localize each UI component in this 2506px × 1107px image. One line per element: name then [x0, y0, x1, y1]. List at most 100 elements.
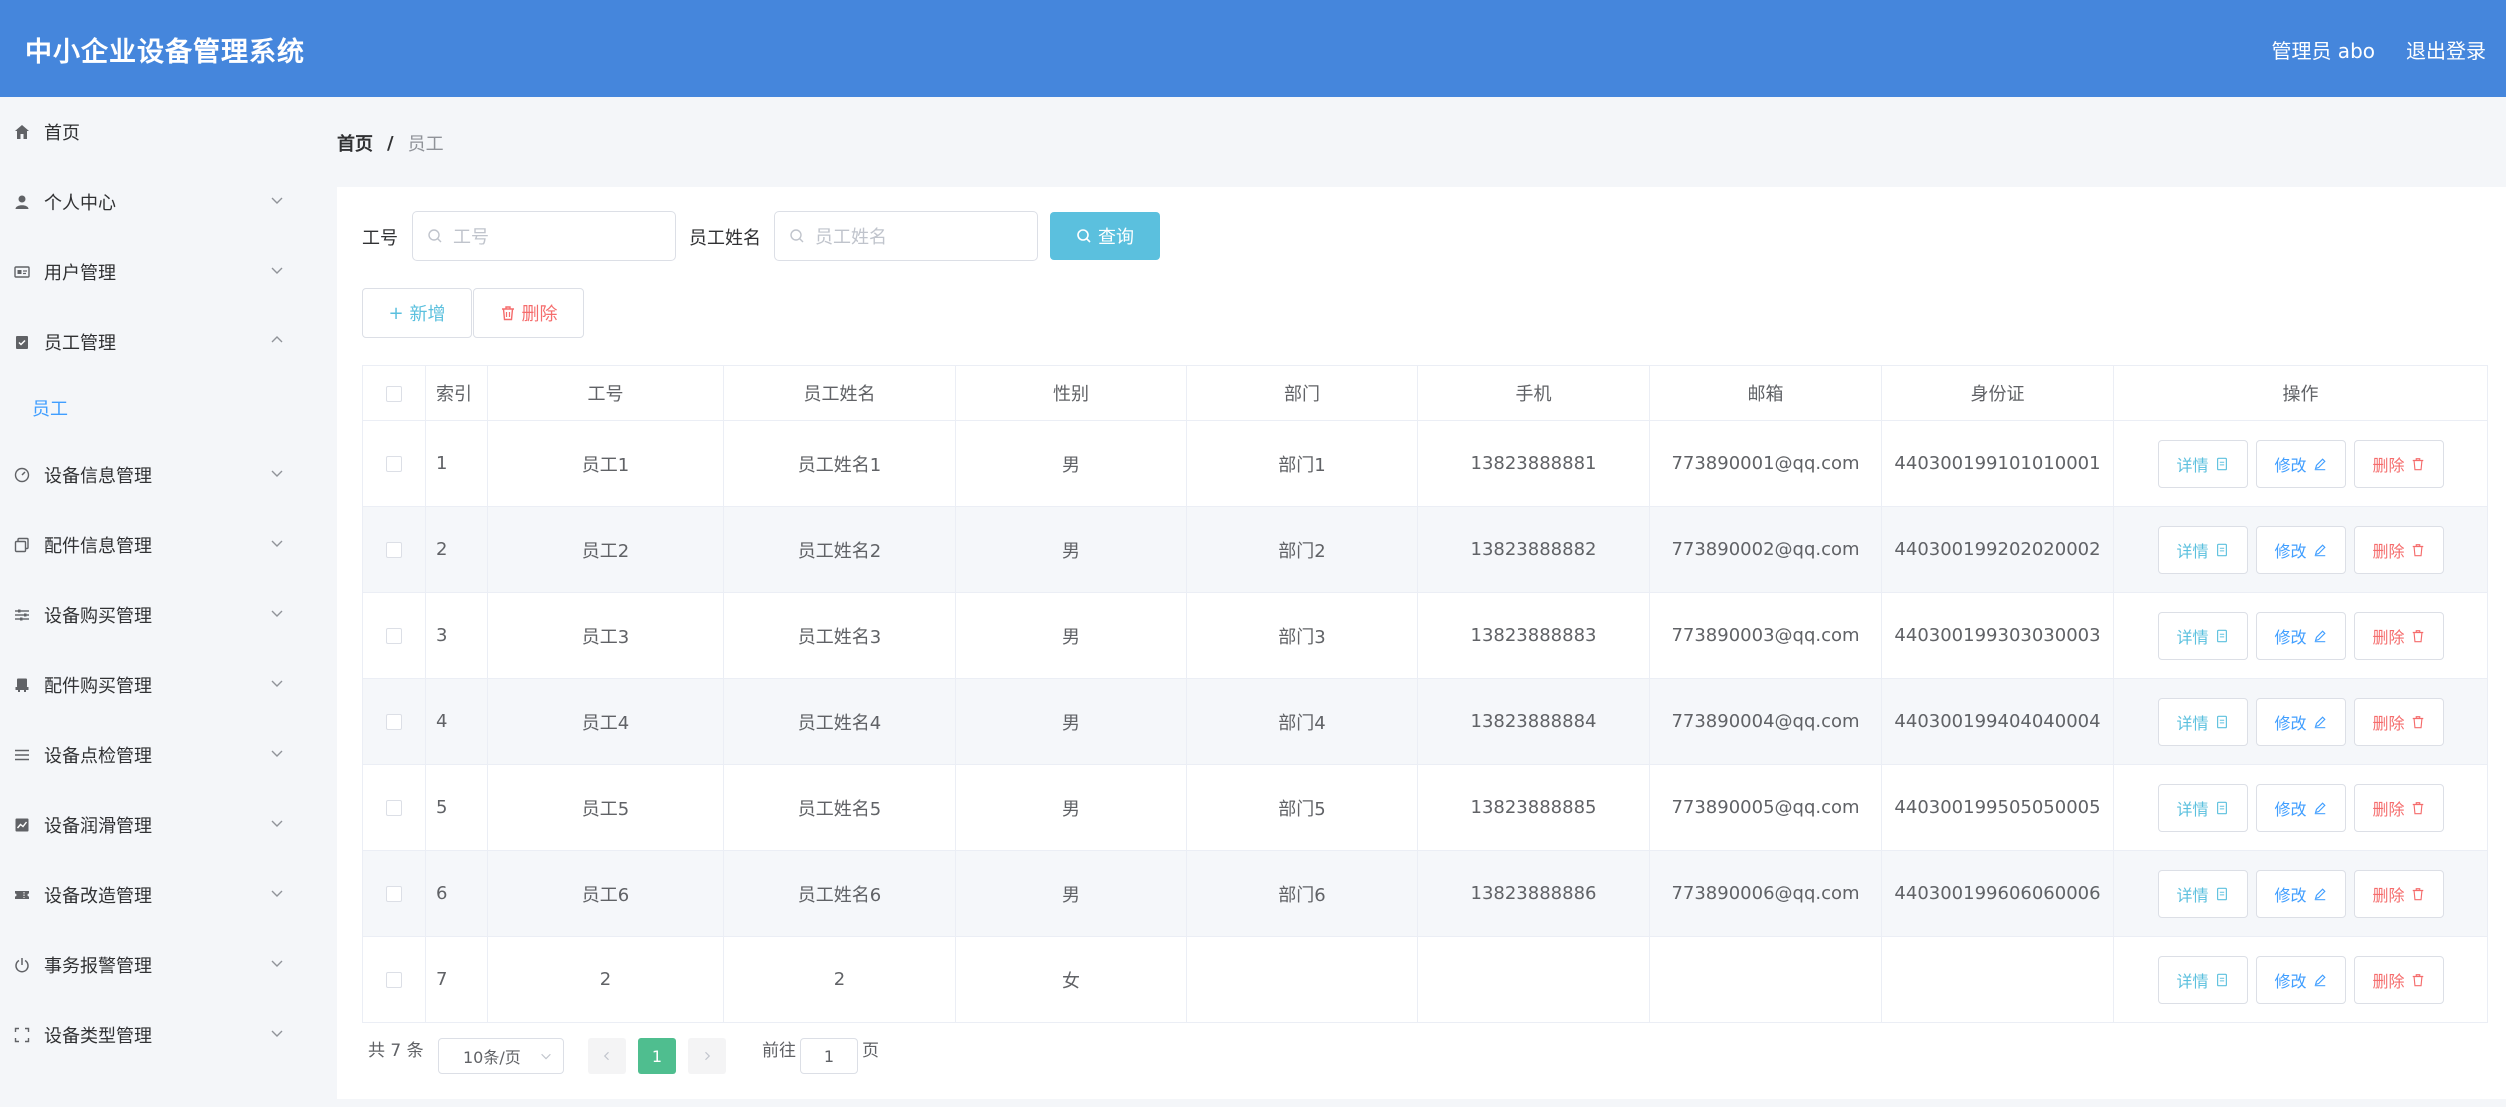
- page-number-current[interactable]: 1: [638, 1038, 676, 1074]
- sidebar-item-parts-info[interactable]: 配件信息管理: [0, 517, 305, 573]
- detail-button[interactable]: 详情: [2157, 697, 2248, 746]
- edit-button[interactable]: 修改: [2255, 439, 2346, 488]
- employee-id-cell: 员工2: [487, 506, 724, 593]
- detail-button[interactable]: 详情: [2157, 525, 2248, 574]
- sidebar-subitem-employee[interactable]: 员工: [0, 380, 305, 436]
- sidebar-item-users[interactable]: 用户管理: [0, 244, 305, 300]
- edit-button-label: 修改: [2274, 799, 2307, 819]
- breadcrumb-separator: /: [387, 132, 394, 154]
- select-all-cell[interactable]: [362, 365, 426, 421]
- gender-cell: 男: [955, 506, 1187, 593]
- edit-button[interactable]: 修改: [2255, 955, 2346, 1004]
- detail-button-label: 详情: [2176, 455, 2209, 475]
- chevron-down-icon: [271, 680, 283, 687]
- row-select-cell[interactable]: [362, 936, 426, 1023]
- goto-suffix: 页: [862, 1041, 879, 1061]
- delete-button[interactable]: 删除: [2353, 439, 2444, 488]
- sidebar-item-parts-purchase[interactable]: 配件购买管理: [0, 657, 305, 713]
- row-checkbox[interactable]: [386, 542, 402, 558]
- detail-button[interactable]: 详情: [2157, 611, 2248, 660]
- chart-icon: [12, 815, 32, 835]
- next-page-button[interactable]: [688, 1038, 726, 1074]
- sidebar-item-home[interactable]: 首页: [0, 104, 305, 160]
- detail-button-label: 详情: [2176, 885, 2209, 905]
- table-row: 3 员工3 员工姓名3 男部门3 13823888883 773890003@qq.com…: [362, 592, 2488, 679]
- sidebar-item-employees[interactable]: 员工管理: [0, 314, 305, 370]
- department-cell: 部门5: [1186, 764, 1418, 851]
- row-checkbox[interactable]: [386, 886, 402, 902]
- row-select-cell[interactable]: [362, 764, 426, 851]
- email-cell: 773890005@qq.com: [1649, 764, 1882, 851]
- index-cell: 7: [425, 936, 488, 1023]
- employee-id-cell: 员工1: [487, 420, 724, 507]
- query-button[interactable]: 查询: [1050, 212, 1160, 260]
- employee-name-cell: 员工姓名4: [723, 678, 956, 765]
- sidebar-item-inspection[interactable]: 设备点检管理: [0, 727, 305, 783]
- column-header: 操作: [2113, 365, 2488, 421]
- row-checkbox[interactable]: [386, 800, 402, 816]
- phone-cell: 13823888883: [1417, 592, 1650, 679]
- sidebar-item-alarms[interactable]: 事务报警管理: [0, 937, 305, 993]
- edit-button[interactable]: 修改: [2255, 869, 2346, 918]
- id-card-cell: [1881, 936, 2114, 1023]
- sidebar-item-label: 设备润滑管理: [44, 816, 152, 837]
- breadcrumb-home[interactable]: 首页: [337, 130, 373, 156]
- row-select-cell[interactable]: [362, 592, 426, 679]
- row-select-cell[interactable]: [362, 420, 426, 507]
- logout-link[interactable]: 退出登录: [2406, 35, 2486, 64]
- sidebar-item-device-purchase[interactable]: 设备购买管理: [0, 587, 305, 643]
- detail-button[interactable]: 详情: [2157, 783, 2248, 832]
- employee-id-input[interactable]: 工号: [412, 211, 676, 261]
- home-icon: [12, 122, 32, 142]
- detail-button[interactable]: 详情: [2157, 955, 2248, 1004]
- id-card-cell: 440300199202020002: [1881, 506, 2114, 593]
- delete-button[interactable]: 删除: [2353, 869, 2444, 918]
- delete-button[interactable]: 删除: [2353, 955, 2444, 1004]
- edit-button[interactable]: 修改: [2255, 611, 2346, 660]
- add-button-label: 新增: [409, 304, 446, 325]
- edit-button[interactable]: 修改: [2255, 697, 2346, 746]
- edit-button[interactable]: 修改: [2255, 783, 2346, 832]
- delete-button[interactable]: 删除: [2353, 525, 2444, 574]
- delete-button[interactable]: 删除: [2353, 783, 2444, 832]
- email-cell: 773890002@qq.com: [1649, 506, 1882, 593]
- edit-icon: [2314, 715, 2326, 728]
- page-size-select[interactable]: 10条/页: [438, 1038, 564, 1074]
- sidebar-item-device-info[interactable]: 设备信息管理: [0, 447, 305, 503]
- select-all-checkbox[interactable]: [386, 385, 402, 402]
- add-button[interactable]: + 新增: [362, 288, 472, 338]
- chevron-down-icon: [271, 197, 283, 204]
- employee-name-label: 员工姓名: [689, 228, 761, 249]
- row-select-cell[interactable]: [362, 506, 426, 593]
- detail-button[interactable]: 详情: [2157, 869, 2248, 918]
- row-select-cell[interactable]: [362, 850, 426, 937]
- row-select-cell[interactable]: [362, 678, 426, 765]
- edit-button-label: 修改: [2274, 455, 2307, 475]
- sliders-icon: [12, 605, 32, 625]
- delete-button-label: 删除: [2372, 455, 2405, 475]
- sidebar-item-label: 个人中心: [44, 193, 116, 214]
- chevron-down-icon: [271, 960, 283, 967]
- edit-button[interactable]: 修改: [2255, 525, 2346, 574]
- table-row: 2 员工2 员工姓名2 男部门2 13823888882 773890002@qq.com…: [362, 506, 2488, 593]
- sidebar-item-label: 设备信息管理: [44, 466, 152, 487]
- goto-page-input[interactable]: 1: [800, 1038, 858, 1074]
- email-cell: [1649, 936, 1882, 1023]
- batch-delete-button[interactable]: 删除: [473, 288, 584, 338]
- delete-button-label: 删除: [2372, 799, 2405, 819]
- row-checkbox[interactable]: [386, 628, 402, 644]
- sidebar-item-device-types[interactable]: 设备类型管理: [0, 1007, 305, 1063]
- phone-cell: 13823888884: [1417, 678, 1650, 765]
- sidebar-item-label: 设备点检管理: [44, 746, 152, 767]
- delete-button[interactable]: 删除: [2353, 697, 2444, 746]
- row-checkbox[interactable]: [386, 714, 402, 730]
- row-checkbox[interactable]: [386, 972, 402, 988]
- sidebar-item-lubrication[interactable]: 设备润滑管理: [0, 797, 305, 853]
- row-checkbox[interactable]: [386, 456, 402, 472]
- prev-page-button[interactable]: [588, 1038, 626, 1074]
- delete-button[interactable]: 删除: [2353, 611, 2444, 660]
- detail-button[interactable]: 详情: [2157, 439, 2248, 488]
- employee-name-input[interactable]: 员工姓名: [774, 211, 1038, 261]
- sidebar-item-retrofit[interactable]: 设备改造管理: [0, 867, 305, 923]
- sidebar-item-profile[interactable]: 个人中心: [0, 174, 305, 230]
